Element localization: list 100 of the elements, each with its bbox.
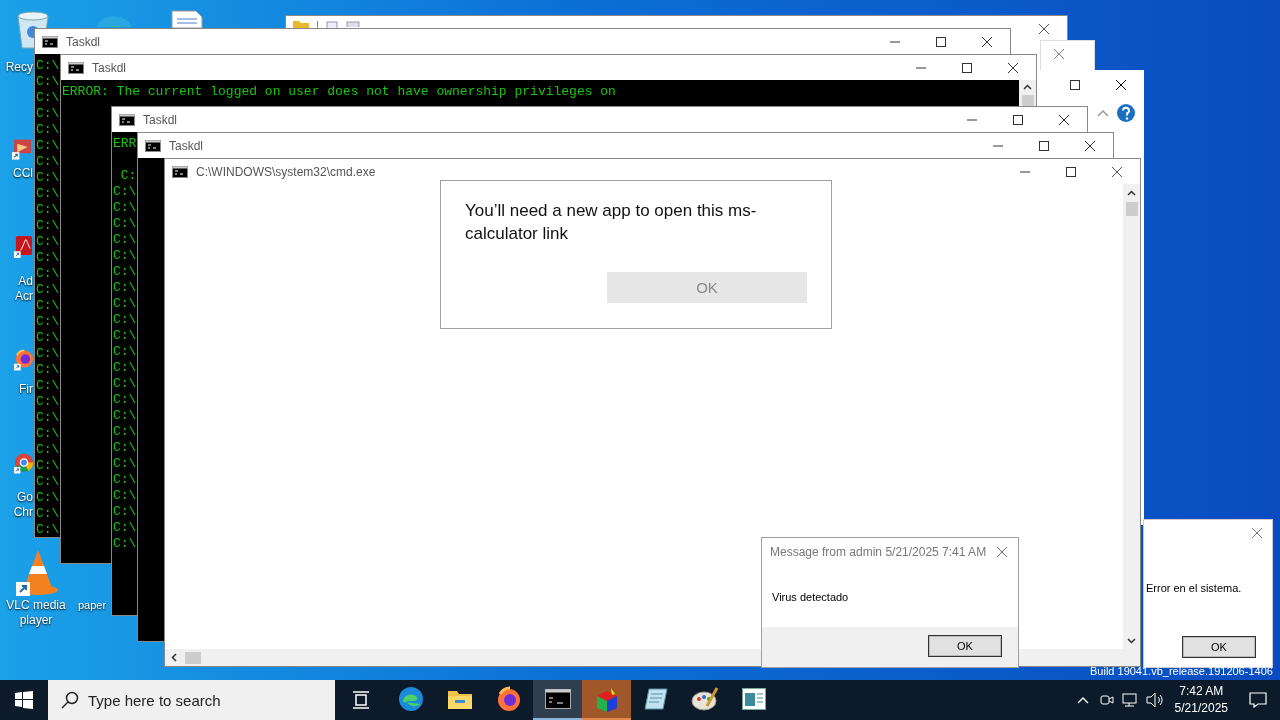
icon-label[interactable]: Recy (0, 60, 33, 75)
icon-label[interactable]: Fir (0, 382, 33, 397)
taskbar-app-button[interactable] (533, 680, 582, 720)
console-line: C:\ (36, 394, 60, 410)
console-line: C:\ (36, 154, 60, 170)
scroll-left-icon[interactable] (170, 653, 177, 662)
console-line: C:\ (113, 376, 137, 392)
close-icon[interactable] (1038, 22, 1050, 35)
help-icon[interactable] (1116, 102, 1136, 123)
minimize-icon[interactable] (992, 144, 1004, 147)
close-icon[interactable] (1111, 165, 1123, 178)
close-icon[interactable] (981, 35, 993, 48)
task-view-icon[interactable] (351, 691, 371, 709)
minimize-icon[interactable] (966, 118, 978, 121)
console-line: C:\ (36, 218, 60, 234)
console-line: C:\ (113, 232, 137, 248)
close-icon[interactable] (1007, 61, 1019, 74)
scrollbar[interactable] (1123, 184, 1140, 649)
icon-label[interactable]: CCl (0, 166, 33, 181)
search-field[interactable]: Type here to search (48, 680, 335, 720)
notifications-icon[interactable] (1249, 692, 1267, 708)
console-icon (68, 61, 84, 74)
notepad-icon (642, 687, 669, 711)
scrollbar[interactable] (1019, 80, 1036, 106)
console-icon (544, 689, 571, 709)
console-line: C:\ (36, 378, 60, 394)
windows-start-icon[interactable] (15, 691, 33, 709)
console-line: C:\ (36, 410, 60, 426)
console-icon (145, 139, 161, 152)
console-line: C:\ (36, 458, 60, 474)
console-line: C:\ (113, 520, 137, 536)
console-icon (42, 35, 58, 48)
console-line: C:\ (36, 298, 60, 314)
console-line: C:\ (113, 440, 137, 456)
close-icon[interactable] (1058, 113, 1070, 126)
console-line: C:\ (36, 314, 60, 330)
paint-palette-icon (690, 686, 719, 712)
app-window-icon (741, 688, 766, 710)
camera-icon[interactable] (1098, 692, 1115, 708)
console-line: C:\ (113, 456, 137, 472)
scroll-up-icon[interactable] (1127, 189, 1136, 196)
console-line: C:\ (113, 472, 137, 488)
scroll-thumb[interactable] (1125, 202, 1138, 216)
console-line: C:\ (113, 536, 137, 552)
build-text: Build 19041.vb_release.191206-1406 (1090, 665, 1273, 677)
console-icon (172, 165, 188, 178)
maximize-icon[interactable] (1038, 139, 1050, 152)
minimize-icon[interactable] (889, 40, 901, 43)
console-line: C:\ (113, 344, 137, 360)
scroll-thumb[interactable] (1021, 94, 1034, 106)
console-line: C:\ (36, 74, 60, 90)
close-icon[interactable] (1115, 79, 1127, 91)
console-line: C:\ (36, 426, 60, 442)
console-line: ERROR: The current logged on user does not have ownership privileges on (62, 84, 616, 100)
console-line: C:\ (36, 170, 60, 186)
maximize-icon[interactable] (935, 35, 947, 48)
vlc-shortcut-icon[interactable] (16, 548, 60, 596)
minimize-icon[interactable] (1019, 170, 1031, 173)
scroll-down-icon[interactable] (1127, 637, 1136, 644)
network-icon[interactable] (1121, 692, 1140, 708)
scroll-thumb[interactable] (185, 651, 201, 664)
console-line: C:\ (36, 330, 60, 346)
clock-date[interactable]: 5/21/2025 (1174, 700, 1228, 717)
folder-icon (446, 688, 473, 710)
scroll-up-icon[interactable] (1023, 83, 1032, 90)
volume-icon[interactable] (1145, 692, 1164, 708)
console-line: C:\ (113, 248, 137, 264)
console-line: C:\ (36, 522, 60, 537)
minimize-icon[interactable] (915, 66, 927, 69)
tray-chevron-icon[interactable] (1076, 696, 1089, 704)
console-line: C:\ (113, 312, 137, 328)
icon-label[interactable]: paper (78, 598, 107, 613)
window-title: C:\WINDOWS\system32\cmd.exe (196, 164, 376, 179)
console-line: C:\ (36, 122, 60, 138)
ok-button[interactable]: OK (607, 272, 807, 303)
window-title: Taskdl (66, 34, 100, 49)
maximize-icon[interactable] (1012, 113, 1024, 126)
collapse-chevron-icon[interactable] (1096, 107, 1110, 118)
console-line: C:\ (36, 202, 60, 218)
icon-label[interactable]: Go Chr (0, 490, 33, 520)
icon-label[interactable]: VLC media player (0, 598, 72, 628)
console-line: C:\ (113, 216, 137, 232)
maximize-icon[interactable] (1069, 79, 1081, 91)
clock-time[interactable]: 7:42 AM (1174, 683, 1228, 700)
console-line: C:\ (36, 346, 60, 362)
ok-button[interactable]: OK (928, 635, 1002, 657)
console-line: C:\ (113, 200, 137, 216)
window-title: Taskdl (143, 112, 177, 127)
maximize-icon[interactable] (961, 61, 973, 74)
icon-label[interactable]: Ad Acr (0, 274, 33, 304)
console-line: C:\ (36, 234, 60, 250)
maximize-icon[interactable] (1065, 165, 1077, 178)
console-icon (119, 113, 135, 126)
close-icon[interactable] (1084, 139, 1096, 152)
console-line: C:\ (113, 184, 137, 200)
console-line: C:\ (36, 90, 60, 106)
document-shortcut-icon[interactable] (170, 10, 204, 28)
ok-button[interactable]: OK (1182, 636, 1256, 658)
console-line: C:\ (113, 424, 137, 440)
console-line: C:\ (36, 490, 60, 506)
